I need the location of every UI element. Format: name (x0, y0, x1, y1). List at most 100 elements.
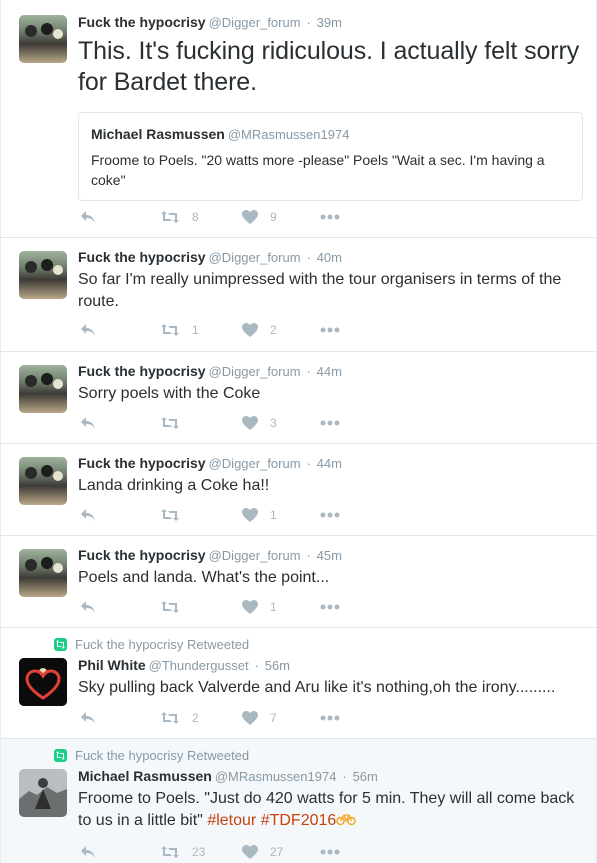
username[interactable]: @Digger_forum (209, 548, 301, 563)
tweet[interactable]: Fuck the hypocrisy @Digger_forum · 39m Th… (1, 0, 596, 238)
username[interactable]: @Digger_forum (209, 364, 301, 379)
like-button[interactable]: 9 (242, 207, 277, 227)
tweet-actions: 1 2 (80, 320, 380, 340)
reply-button[interactable] (80, 842, 96, 862)
reply-button[interactable] (80, 505, 96, 525)
retweet-context-text[interactable]: Fuck the hypocrisy Retweeted (75, 748, 249, 763)
retweet-button[interactable] (160, 597, 192, 617)
more-button[interactable] (320, 413, 340, 433)
more-button[interactable] (320, 207, 340, 227)
like-button[interactable]: 7 (242, 708, 277, 728)
quoted-tweet[interactable]: Michael Rasmussen @MRasmussen1974 Froome … (78, 112, 583, 201)
like-count: 1 (270, 600, 277, 614)
tweet[interactable]: Fuck the hypocrisy @Digger_forum · 45m Po… (1, 536, 596, 628)
reply-button[interactable] (80, 708, 96, 728)
tweet-text: Sorry poels with the Coke (78, 385, 261, 402)
retweet-context-text[interactable]: Fuck the hypocrisy Retweeted (75, 637, 249, 652)
retweet-icon (161, 324, 179, 336)
separator: · (306, 250, 311, 265)
more-button[interactable] (320, 597, 340, 617)
more-button[interactable] (320, 320, 340, 340)
username[interactable]: @Digger_forum (209, 456, 301, 471)
username[interactable]: @Digger_forum (209, 15, 301, 30)
avatar[interactable] (19, 769, 67, 817)
tweet[interactable]: Fuck the hypocrisy @Digger_forum · 44m La… (1, 444, 596, 536)
retweet-button[interactable]: 2 (160, 708, 199, 728)
like-button[interactable]: 2 (242, 320, 277, 340)
like-button[interactable]: 3 (242, 413, 277, 433)
avatar[interactable] (19, 658, 67, 706)
timestamp[interactable]: 40m (317, 250, 342, 265)
like-count: 9 (270, 210, 277, 224)
retweet-icon (161, 211, 179, 223)
timestamp[interactable]: 39m (317, 15, 342, 30)
username[interactable]: @MRasmussen1974 (215, 769, 337, 784)
retweet-count: 23 (192, 845, 206, 859)
reply-button[interactable] (80, 413, 96, 433)
timestamp[interactable]: 56m (265, 658, 290, 673)
reply-icon (81, 417, 95, 429)
timestamp[interactable]: 56m (353, 769, 378, 784)
avatar[interactable] (19, 549, 67, 597)
reply-icon (81, 601, 95, 613)
retweet-button[interactable]: 1 (160, 320, 199, 340)
heart-avatar-icon (19, 658, 67, 706)
more-dots-icon (320, 512, 340, 518)
tweet-header: Fuck the hypocrisy @Digger_forum · 45m (78, 546, 582, 565)
fullname[interactable]: Phil White (78, 657, 146, 673)
username[interactable]: @Thundergusset (149, 658, 249, 673)
tweet-text: Froome to Poels. "Just do 420 watts for … (78, 788, 582, 832)
like-button[interactable]: 1 (242, 505, 277, 525)
tweet[interactable]: Fuck the hypocrisy @Digger_forum · 44m So… (1, 352, 596, 444)
retweet-icon (161, 509, 179, 521)
timestamp[interactable]: 44m (317, 364, 342, 379)
reply-button[interactable] (80, 207, 96, 227)
fullname[interactable]: Michael Rasmussen (78, 768, 212, 784)
heart-icon (242, 210, 258, 224)
tweet-actions: 23 27 (80, 842, 380, 862)
tweet-content: Fuck the hypocrisy @Digger_forum · 45m Po… (78, 546, 582, 589)
timestamp[interactable]: 45m (317, 548, 342, 563)
quoted-username: @MRasmussen1974 (227, 127, 350, 142)
hashtag-link[interactable]: #letour (207, 812, 256, 829)
tweet-content: Fuck the hypocrisy @Digger_forum · 44m So… (78, 362, 582, 405)
more-button[interactable] (320, 505, 340, 525)
cyclist-avatar-icon (19, 769, 67, 817)
separator: · (342, 769, 347, 784)
fullname[interactable]: Fuck the hypocrisy (78, 547, 206, 563)
fullname[interactable]: Fuck the hypocrisy (78, 455, 206, 471)
retweet-button[interactable] (160, 505, 192, 525)
tweet-actions: 3 (80, 413, 380, 433)
tweet-content: Fuck the hypocrisy @Digger_forum · 40m So… (78, 248, 582, 313)
reply-button[interactable] (80, 320, 96, 340)
avatar[interactable] (19, 365, 67, 413)
tweet-header: Fuck the hypocrisy @Digger_forum · 39m (78, 13, 582, 32)
more-dots-icon (320, 214, 340, 220)
tweet-content: Phil White @Thundergusset · 56m Sky pulli… (78, 656, 582, 699)
avatar[interactable] (19, 251, 67, 299)
fullname[interactable]: Fuck the hypocrisy (78, 249, 206, 265)
retweet-button[interactable] (160, 413, 192, 433)
retweet-button[interactable]: 23 (160, 842, 205, 862)
tweet[interactable]: Fuck the hypocrisy Retweeted Michael Ras… (1, 739, 596, 863)
separator: · (306, 548, 311, 563)
avatar[interactable] (19, 457, 67, 505)
more-button[interactable] (320, 708, 340, 728)
hashtag-link[interactable]: #TDF2016 (261, 812, 337, 829)
separator: · (254, 658, 259, 673)
timestamp[interactable]: 44m (317, 456, 342, 471)
tweet[interactable]: Fuck the hypocrisy @Digger_forum · 40m So… (1, 238, 596, 352)
retweet-button[interactable]: 8 (160, 207, 199, 227)
like-button[interactable]: 1 (242, 597, 277, 617)
fullname[interactable]: Fuck the hypocrisy (78, 363, 206, 379)
more-button[interactable] (320, 842, 340, 862)
like-count: 27 (270, 845, 284, 859)
like-button[interactable]: 27 (242, 842, 283, 862)
username[interactable]: @Digger_forum (209, 250, 301, 265)
avatar[interactable] (19, 15, 67, 63)
retweet-count: 1 (192, 323, 199, 337)
reply-button[interactable] (80, 597, 96, 617)
fullname[interactable]: Fuck the hypocrisy (78, 14, 206, 30)
tweet[interactable]: Fuck the hypocrisy Retweeted Phil White @… (1, 628, 596, 739)
tweet-text: Landa drinking a Coke ha!! (78, 477, 270, 494)
